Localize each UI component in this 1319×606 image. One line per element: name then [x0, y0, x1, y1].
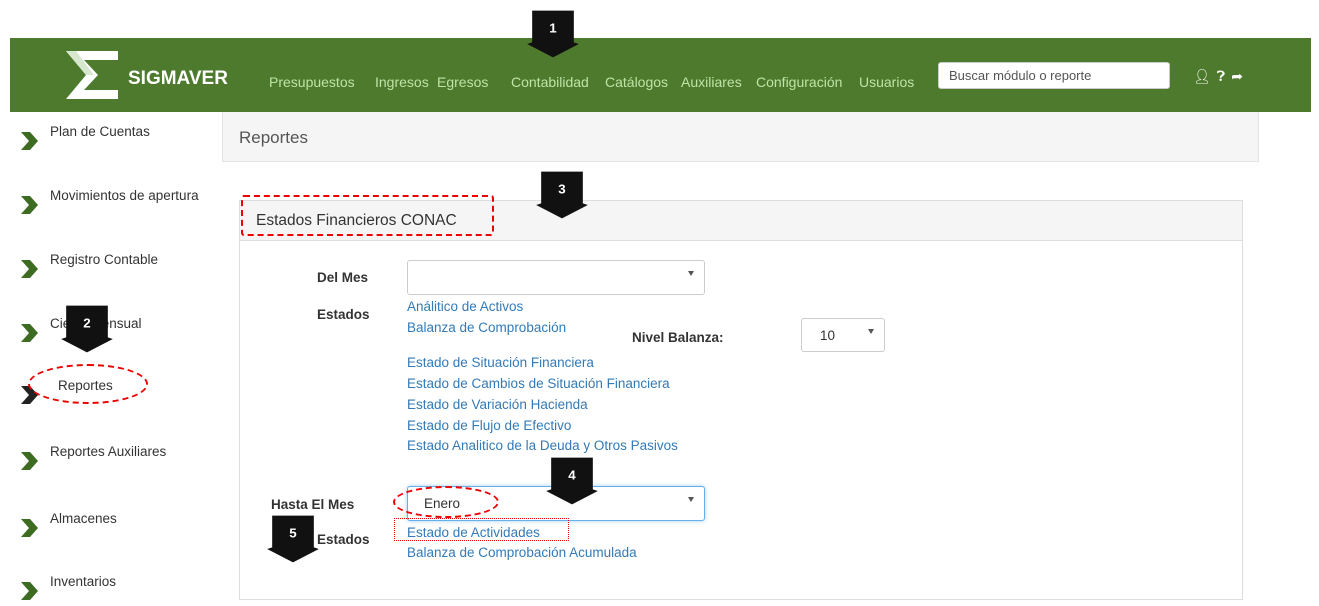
section-title-highlight — [241, 195, 494, 236]
marker-4-label: 4 — [568, 467, 576, 482]
estados-label: Estados — [317, 307, 370, 322]
estados-label-2: Estados — [317, 532, 370, 547]
sidebar-item-almacenes[interactable]: Almacenes — [10, 503, 220, 543]
nav-auxiliares[interactable]: Auxiliares — [681, 74, 742, 90]
report-link[interactable]: Balanza de Comprobación Acumulada — [407, 545, 637, 560]
report-link[interactable]: Análitico de Activos — [407, 299, 523, 314]
marker-4: 4 — [546, 457, 598, 505]
caret-down-icon — [688, 271, 694, 276]
estado-actividades-highlight — [394, 518, 569, 541]
nav-configuracion[interactable]: Configuración — [756, 74, 842, 90]
logout-icon[interactable]: ➦ — [1231, 68, 1243, 84]
sidebar-item-label: Almacenes — [50, 511, 117, 526]
nav-contabilidad[interactable]: Contabilidad — [511, 74, 589, 90]
marker-2-label: 2 — [83, 315, 90, 330]
page-title: Reportes — [239, 128, 308, 147]
top-navbar: SIGMAVER Presupuestos Ingresos Egresos C… — [10, 38, 1311, 112]
sigma-logo-icon — [66, 51, 118, 99]
marker-1: 1 — [527, 10, 579, 58]
report-link[interactable]: Estado de Variación Hacienda — [407, 397, 588, 412]
sidebar-item-plan-de-cuentas[interactable]: Plan de Cuentas — [10, 116, 220, 156]
nivel-balanza-value: 10 — [820, 328, 836, 343]
breadcrumb: Reportes — [222, 112, 1259, 162]
report-link[interactable]: Estado de Situación Financiera — [407, 355, 594, 370]
nav-ingresos[interactable]: Ingresos — [375, 74, 429, 90]
marker-5: 5 — [267, 515, 319, 563]
chevron-right-icon — [21, 196, 38, 214]
help-icon[interactable]: ❓︎ — [1217, 68, 1225, 84]
marker-3: 3 — [536, 171, 588, 219]
caret-down-icon — [868, 329, 874, 334]
chevron-right-icon — [21, 519, 38, 537]
sidebar-item-label: Reportes Auxiliares — [50, 444, 167, 459]
report-link[interactable]: Estado de Flujo de Efectivo — [407, 418, 571, 433]
brand-name[interactable]: SIGMAVER — [128, 68, 228, 90]
sidebar-item-label: Movimientos de apertura — [50, 188, 199, 203]
sidebar-item-label: Inventarios — [50, 574, 117, 589]
sidebar-item-inventarios[interactable]: Inventarios — [10, 566, 220, 606]
chevron-right-icon — [21, 452, 38, 470]
marker-5-label: 5 — [289, 525, 297, 540]
chevron-right-icon — [21, 260, 38, 278]
sidebar-item-registro-contable[interactable]: Registro Contable — [10, 244, 220, 284]
user-icon[interactable]: 👤︎ — [1193, 68, 1211, 84]
nivel-balanza-select[interactable]: 10 — [801, 318, 885, 352]
del-mes-select[interactable] — [407, 260, 705, 295]
sidebar-item-reportes-auxiliares[interactable]: Reportes Auxiliares — [10, 436, 220, 476]
enero-highlight — [393, 486, 499, 518]
search-input[interactable] — [938, 62, 1170, 89]
nav-usuarios[interactable]: Usuarios — [859, 74, 914, 90]
estados-financieros-panel: Estados Financieros CONAC Del Mes Estado… — [239, 200, 1243, 600]
caret-down-icon — [688, 497, 694, 502]
reportes-highlight — [28, 364, 148, 404]
marker-1-label: 1 — [549, 20, 557, 35]
nav-catalogos[interactable]: Catálogos — [605, 74, 668, 90]
nav-presupuestos[interactable]: Presupuestos — [269, 74, 355, 90]
chevron-right-icon — [21, 324, 38, 342]
marker-3-label: 3 — [558, 181, 565, 196]
nav-egresos[interactable]: Egresos — [437, 74, 488, 90]
chevron-right-icon — [21, 132, 38, 150]
nivel-balanza-label: Nivel Balanza: — [632, 330, 724, 345]
sidebar-item-label: Plan de Cuentas — [50, 124, 150, 139]
top-icons: 👤︎ ❓︎ ➦ — [1193, 68, 1249, 85]
report-link[interactable]: Estado de Cambios de Situación Financier… — [407, 376, 670, 391]
report-link[interactable]: Balanza de Comprobación — [407, 320, 566, 335]
marker-2: 2 — [61, 305, 113, 353]
del-mes-label: Del Mes — [317, 270, 369, 285]
sidebar-item-movimientos-apertura[interactable]: Movimientos de apertura — [10, 180, 220, 220]
chevron-right-icon — [21, 582, 38, 600]
hasta-el-mes-label: Hasta El Mes — [271, 497, 355, 512]
sidebar-item-label: Registro Contable — [50, 252, 159, 267]
report-link[interactable]: Estado Analitico de la Deuda y Otros Pas… — [407, 438, 678, 453]
